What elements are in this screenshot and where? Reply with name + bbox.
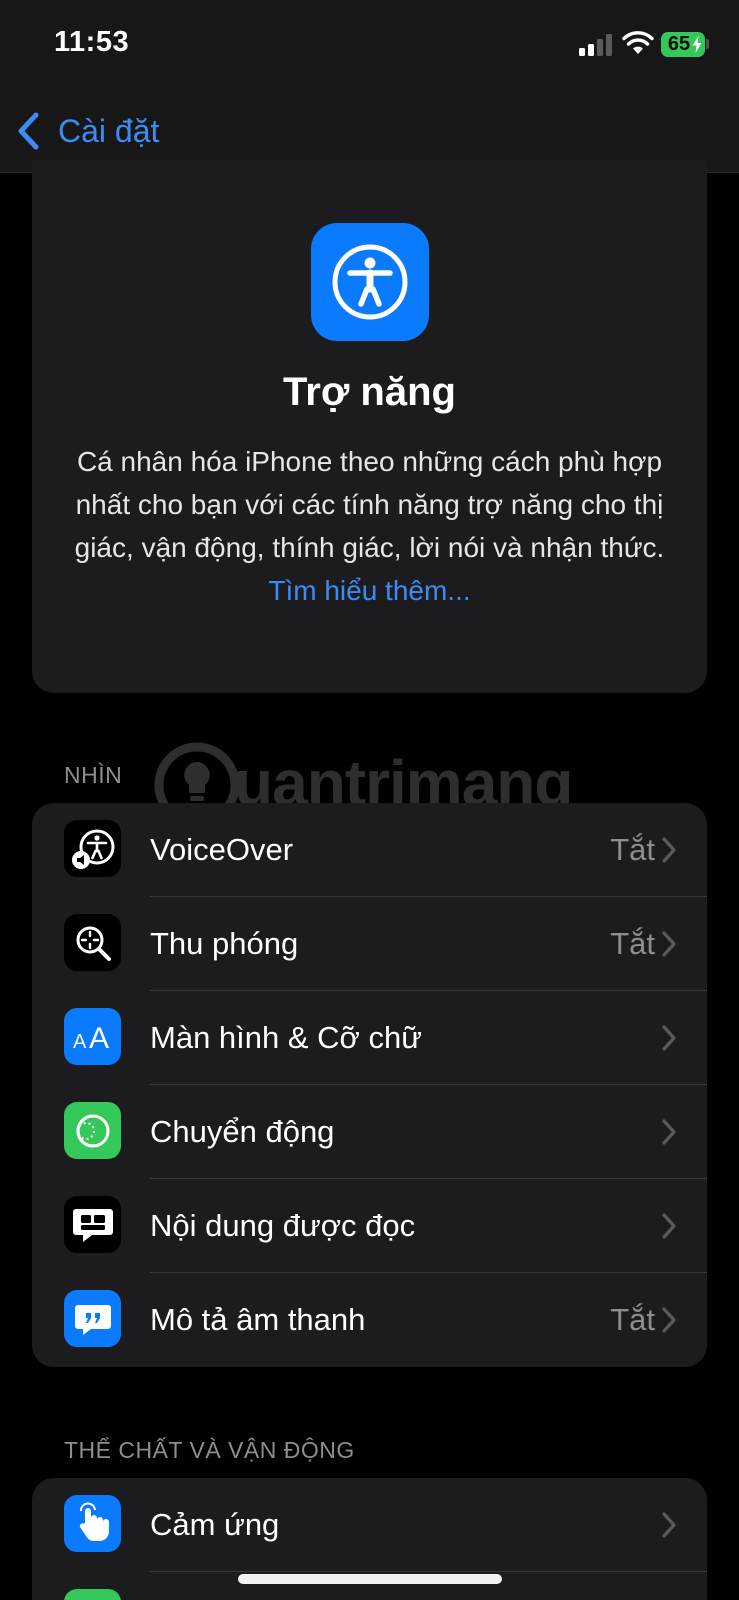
back-button-label: Cài đặt xyxy=(58,112,160,149)
svg-text:A: A xyxy=(73,1031,87,1053)
audio-description-row[interactable]: Mô tả âm thanh Tắt xyxy=(32,1273,707,1367)
partially-visible-app-icon xyxy=(64,1589,121,1600)
chevron-right-icon xyxy=(662,931,676,957)
motion-row[interactable]: Chuyển động xyxy=(32,1085,707,1179)
voiceover-value: Tắt xyxy=(610,832,655,867)
voiceover-label: VoiceOver xyxy=(150,832,294,867)
status-time: 11:53 xyxy=(54,26,130,58)
chevron-right-icon xyxy=(662,837,676,863)
battery-cap xyxy=(706,39,709,49)
learn-more-link[interactable]: Tìm hiểu thêm... xyxy=(268,575,470,606)
audio-description-label: Mô tả âm thanh xyxy=(150,1302,366,1337)
touch-row[interactable]: Cảm ứng xyxy=(32,1478,707,1572)
zoom-value: Tắt xyxy=(610,926,655,961)
chevron-left-icon xyxy=(18,112,39,150)
touch-icon xyxy=(64,1495,121,1552)
zoom-icon xyxy=(64,914,121,971)
chevron-right-icon xyxy=(662,1307,676,1333)
back-button[interactable]: Cài đặt xyxy=(16,108,159,154)
accessibility-icon xyxy=(332,244,408,320)
text-size-icon: A A xyxy=(64,1008,121,1065)
chevron-right-icon xyxy=(662,1025,676,1051)
chevron-right-icon xyxy=(662,1512,676,1538)
zoom-label: Thu phóng xyxy=(150,926,299,961)
spoken-content-row[interactable]: Nội dung được đọc xyxy=(32,1179,707,1273)
spoken-content-icon xyxy=(64,1196,121,1253)
cellular-signal-icon xyxy=(579,34,613,56)
home-indicator[interactable] xyxy=(238,1574,502,1584)
voiceover-row[interactable]: VoiceOver Tắt xyxy=(32,803,707,897)
touch-label: Cảm ứng xyxy=(150,1507,280,1542)
motion-label: Chuyển động xyxy=(150,1114,335,1149)
audio-description-value: Tắt xyxy=(610,1302,655,1337)
battery-indicator: 65 xyxy=(661,32,705,57)
spoken-content-label: Nội dung được đọc xyxy=(150,1208,416,1243)
svg-text:A: A xyxy=(89,1022,109,1055)
accessibility-header-card: Trợ năng Cá nhân hóa iPhone theo những c… xyxy=(32,160,707,693)
vision-settings-list: VoiceOver Tắt Thu phóng Tắt A A Màn hình… xyxy=(32,803,707,1367)
description-text: Cá nhân hóa iPhone theo những cách phù h… xyxy=(74,446,665,563)
display-text-size-row[interactable]: A A Màn hình & Cỡ chữ xyxy=(32,991,707,1085)
page-title: Trợ năng xyxy=(283,370,456,414)
section-header-physical-motor: THỂ CHẤT VÀ VẬN ĐỘNG xyxy=(64,1437,355,1463)
zoom-row[interactable]: Thu phóng Tắt xyxy=(32,897,707,991)
audio-description-icon xyxy=(64,1290,121,1347)
chevron-right-icon xyxy=(662,1213,676,1239)
navigation-bar: 11:53 65 Cài đặt xyxy=(0,0,739,173)
motion-icon xyxy=(64,1102,121,1159)
voiceover-icon xyxy=(64,820,121,877)
chevron-right-icon xyxy=(662,1119,676,1145)
charging-bolt-icon xyxy=(692,36,702,53)
accessibility-app-icon xyxy=(311,223,429,341)
wifi-icon xyxy=(622,31,654,54)
display-text-size-label: Màn hình & Cỡ chữ xyxy=(150,1020,422,1055)
page-description: Cá nhân hóa iPhone theo những cách phù h… xyxy=(60,440,679,612)
section-header-vision: NHÌN xyxy=(64,762,123,788)
